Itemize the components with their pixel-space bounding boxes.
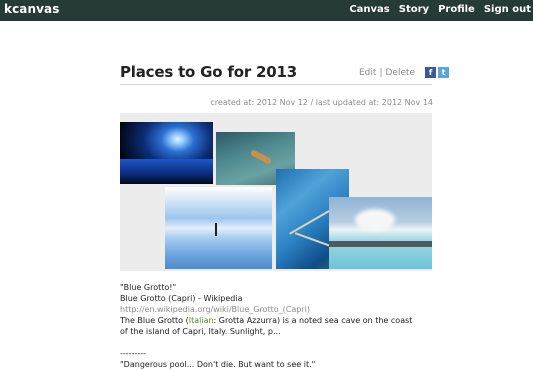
blue-grotto-photo[interactable] bbox=[120, 122, 213, 184]
main-nav: Canvas Story Profile Sign out bbox=[349, 4, 531, 15]
desc-text: The Blue Grotto ( bbox=[120, 316, 189, 325]
photo-collage bbox=[120, 113, 432, 271]
action-separator: | bbox=[379, 67, 383, 78]
salt-flat-reflection-photo[interactable] bbox=[165, 187, 272, 269]
italian-link[interactable]: Italian bbox=[189, 316, 214, 325]
quote-text: "Dangerous pool... Don't die. But want t… bbox=[120, 360, 316, 369]
post-body: "Blue Grotto!" Blue Grotto (Capri) - Wik… bbox=[120, 282, 420, 370]
title-divider bbox=[120, 84, 432, 85]
hot-spring-photo[interactable] bbox=[329, 197, 432, 269]
social-share: f t bbox=[425, 67, 450, 78]
nav-canvas-link[interactable]: Canvas bbox=[349, 4, 389, 15]
branch-shape bbox=[294, 232, 334, 248]
top-navbar: kcanvas Canvas Story Profile Sign out bbox=[0, 0, 533, 21]
post-actions: Edit | Delete f t bbox=[359, 67, 450, 78]
source-title: Blue Grotto (Capri) - Wikipedia bbox=[120, 294, 243, 303]
nav-profile-link[interactable]: Profile bbox=[438, 4, 475, 15]
delete-link[interactable]: Delete bbox=[385, 68, 415, 78]
quote-text: "Blue Grotto!" bbox=[120, 283, 177, 292]
lava-rock bbox=[329, 241, 432, 247]
facebook-icon[interactable]: f bbox=[425, 67, 437, 78]
nav-sign-out-link[interactable]: Sign out bbox=[484, 4, 531, 15]
brand-logo[interactable]: kcanvas bbox=[4, 2, 60, 16]
steam-cloud bbox=[355, 209, 395, 231]
swimmer-figure bbox=[249, 149, 273, 165]
edit-link[interactable]: Edit bbox=[359, 68, 376, 78]
grotto-water bbox=[120, 159, 213, 184]
post-dates: created at: 2012 Nov 12 / last updated a… bbox=[210, 98, 433, 107]
nav-story-link[interactable]: Story bbox=[399, 4, 429, 15]
divider-text: --------- bbox=[120, 349, 146, 358]
person-figure bbox=[215, 223, 217, 236]
source-description: The Blue Grotto (Italian: Grotta Azzurra… bbox=[120, 315, 420, 337]
page-title: Places to Go for 2013 bbox=[120, 63, 298, 81]
source-url-link[interactable]: http://en.wikipedia.org/wiki/Blue_Grotto… bbox=[120, 304, 420, 315]
twitter-icon[interactable]: t bbox=[438, 67, 450, 78]
